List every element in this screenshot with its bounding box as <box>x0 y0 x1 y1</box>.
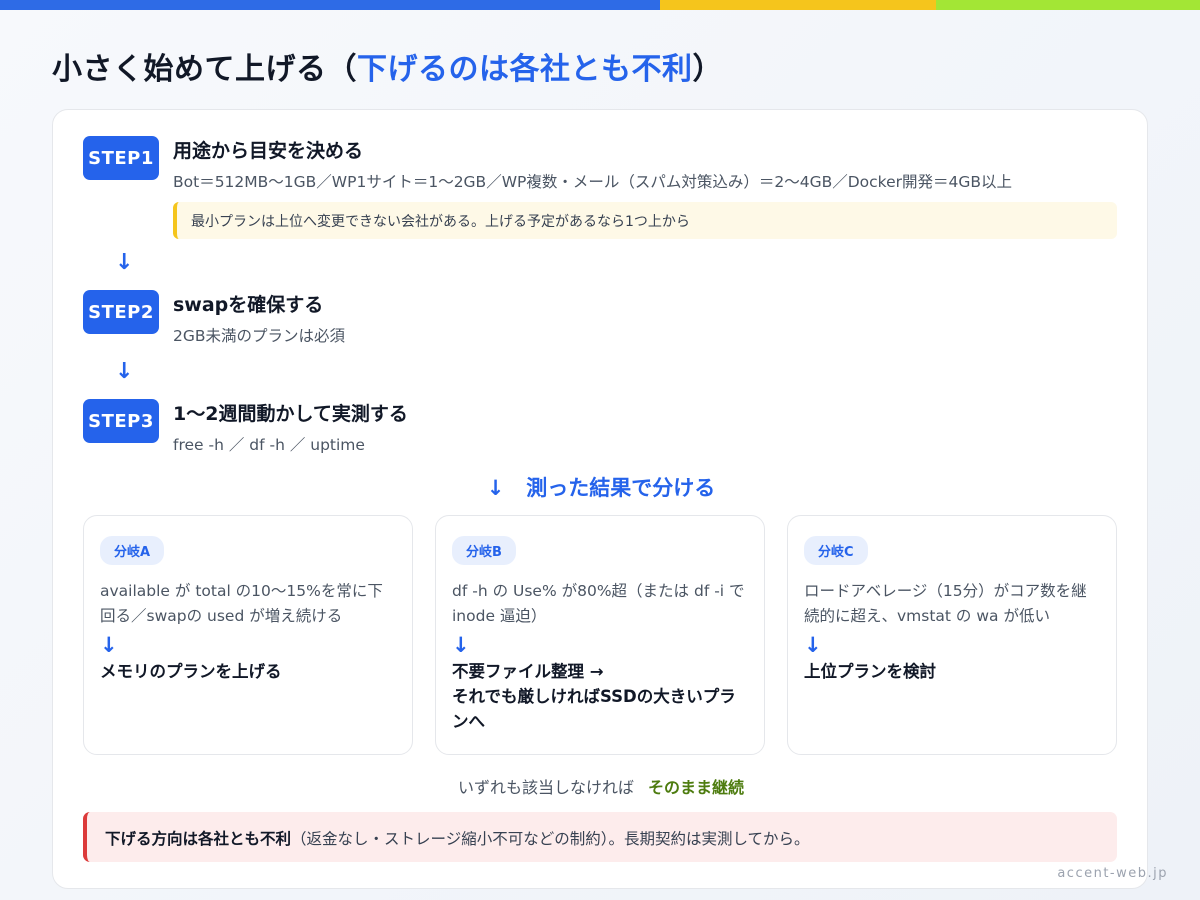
branch-b-condition: df -h の Use% が80%超（または df -i で inode 逼迫） <box>452 582 745 625</box>
step-3-title: 1〜2週間動かして実測する <box>173 403 408 425</box>
branch-a-arrow-icon: ↓ <box>100 633 118 657</box>
step-3: STEP3 1〜2週間動かして実測する free -h ／ df -h ／ up… <box>83 399 408 455</box>
warning-text: （返金なし・ストレージ縮小不可などの制約）。長期契約は実測してから。 <box>291 830 810 848</box>
step-3-desc: free -h ／ df -h ／ uptime <box>173 436 365 454</box>
main-card: STEP1 用途から目安を決める Bot＝512MB〜1GB／WP1サイト＝1〜… <box>52 109 1148 889</box>
step-2-desc: 2GB未満のプランは必須 <box>173 327 346 345</box>
branch-a-condition: available が total の10〜15%を常に下回る／swapの us… <box>100 582 383 625</box>
continue-text: いずれも該当しなければ <box>457 778 634 797</box>
continue-highlight: そのまま継続 <box>648 778 745 797</box>
warning-bold: 下げる方向は各社とも不利 <box>105 830 292 848</box>
branch-header-arrow-icon: ↓ <box>486 476 505 500</box>
branch-c-condition: ロードアベレージ（15分）がコア数を継続的に超え、vmstat の wa が低い <box>804 582 1087 625</box>
branch-card-b: 分岐B df -h の Use% が80%超（または df -i で inode… <box>435 515 765 755</box>
branch-card-a: 分岐A available が total の10〜15%を常に下回る／swap… <box>83 515 413 755</box>
branch-c-arrow-icon: ↓ <box>804 633 822 657</box>
branch-a-result: メモリのプランを上げる <box>100 662 282 681</box>
continue-line: いずれも該当しなければ そのまま継続 <box>53 774 1149 798</box>
branch-c-tag: 分岐C <box>804 536 868 565</box>
top-bar-blue-segment <box>0 0 660 10</box>
branch-b-result: 不要ファイル整理 → それでも厳しければSSDの大きいプランへ <box>452 662 736 731</box>
top-bar-green-segment <box>936 0 1200 10</box>
branch-a-tag: 分岐A <box>100 536 165 565</box>
step-3-badge: STEP3 <box>83 399 159 443</box>
step-1-note: 最小プランは上位へ変更できない会社がある。上げる予定があるなら1つ上から <box>173 202 1117 239</box>
step-1-badge: STEP1 <box>83 136 159 180</box>
branch-header-label: 測った結果で分ける <box>526 476 716 500</box>
footer-domain: accent-web.jp <box>1057 866 1168 881</box>
top-bar-yellow-segment <box>660 0 936 10</box>
page-title-paren-close: ） <box>692 52 723 87</box>
branch-card-c: 分岐C ロードアベレージ（15分）がコア数を継続的に超え、vmstat の wa… <box>787 515 1117 755</box>
page-title: 小さく始めて上げる（下げるのは各社とも不利） <box>52 44 723 88</box>
branch-header: ↓ 測った結果で分ける <box>53 472 1149 502</box>
step-1: STEP1 用途から目安を決める Bot＝512MB〜1GB／WP1サイト＝1〜… <box>83 136 1117 239</box>
top-color-bar <box>0 0 1200 10</box>
step-1-desc: Bot＝512MB〜1GB／WP1サイト＝1〜2GB／WP複数・メール（スパム対… <box>173 173 1013 191</box>
step-1-title: 用途から目安を決める <box>173 140 364 162</box>
step-arrow-down-icon: ↓ <box>115 359 134 384</box>
step-2-title: swapを確保する <box>173 294 324 316</box>
page-title-main: 小さく始めて上げる <box>52 52 327 87</box>
page-title-accent: 下げるのは各社とも不利 <box>357 52 693 87</box>
step-arrow-down-icon: ↓ <box>115 250 134 275</box>
step-2: STEP2 swapを確保する 2GB未満のプランは必須 <box>83 290 345 346</box>
warning-box: 下げる方向は各社とも不利（返金なし・ストレージ縮小不可などの制約）。長期契約は実… <box>83 812 1117 862</box>
branch-b-arrow-icon: ↓ <box>452 633 470 657</box>
step-2-badge: STEP2 <box>83 290 159 334</box>
page-title-paren-open: （ <box>326 52 357 87</box>
branch-b-tag: 分岐B <box>452 536 516 565</box>
branch-c-result: 上位プランを検討 <box>804 662 936 681</box>
